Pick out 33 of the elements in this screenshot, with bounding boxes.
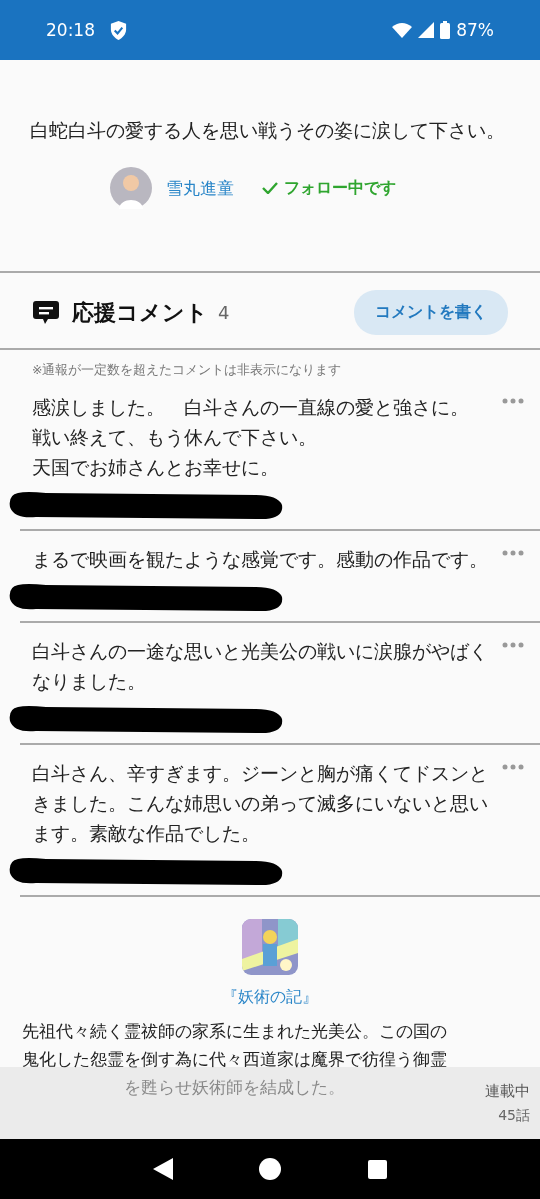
comment-text: 感涙しました。 白斗さんの一直線の愛と強さに。 bbox=[32, 396, 470, 420]
shield-check-icon bbox=[109, 19, 128, 41]
wifi-icon bbox=[392, 22, 413, 38]
author-link[interactable]: 雪丸進童 bbox=[166, 176, 234, 200]
intro-text: 白蛇白斗の愛する人を思い戦うその姿に涙して下さい。 bbox=[30, 119, 506, 143]
recents-icon[interactable] bbox=[367, 1159, 387, 1179]
work-title-link[interactable]: 『妖術の記』 bbox=[222, 987, 318, 1008]
episode-count: 45話 bbox=[498, 1106, 530, 1125]
comment-text: まるで映画を観たような感覚です。感動の作品です。 bbox=[32, 548, 489, 572]
comment-count: 4 bbox=[218, 302, 230, 323]
battery-level: 87% bbox=[456, 20, 494, 40]
avatar-icon bbox=[110, 167, 152, 209]
follow-button[interactable]: フォロー中です bbox=[262, 177, 396, 199]
signal-icon bbox=[418, 22, 435, 38]
notice-text: ※通報が一定数を超えたコメントは非表示になります bbox=[32, 362, 343, 379]
more-options-icon[interactable] bbox=[502, 764, 524, 770]
section-title: 応援コメント bbox=[72, 298, 208, 327]
comment-text: 白斗さんの一途な思いと光美公の戦いに涙腺がやばくなりました。 bbox=[32, 640, 489, 694]
home-icon[interactable] bbox=[259, 1158, 282, 1180]
write-comment-button[interactable]: コメントを書く bbox=[354, 290, 508, 335]
work-description: 先祖代々続く霊祓師の家系に生まれた光美公。この国の鬼化した怨霊を倒す為に代々西道家は魔界で彷徨う御霊を甦らせ妖術師を結成した。 bbox=[20, 1021, 448, 1099]
battery-icon bbox=[440, 21, 451, 39]
serial-status: 連載中 bbox=[485, 1081, 530, 1101]
more-options-icon[interactable] bbox=[502, 398, 524, 404]
check-icon bbox=[262, 182, 278, 194]
comment-text: 白斗さん、辛すぎます。ジーンと胸が痛くてドスンときました。こんな姉思いの弟って滅多にいないと思います。素敵な作品でした。 bbox=[32, 762, 489, 846]
back-icon[interactable] bbox=[153, 1158, 174, 1180]
more-options-icon[interactable] bbox=[502, 642, 524, 648]
clock: 20:18 bbox=[46, 20, 95, 40]
more-options-icon[interactable] bbox=[502, 550, 524, 556]
comment-text: 戦い終えて、もう休んで下さい。 bbox=[32, 426, 318, 450]
comment-icon bbox=[32, 299, 60, 326]
comment-text: 天国でお姉さんとお幸せに。 bbox=[32, 456, 280, 480]
